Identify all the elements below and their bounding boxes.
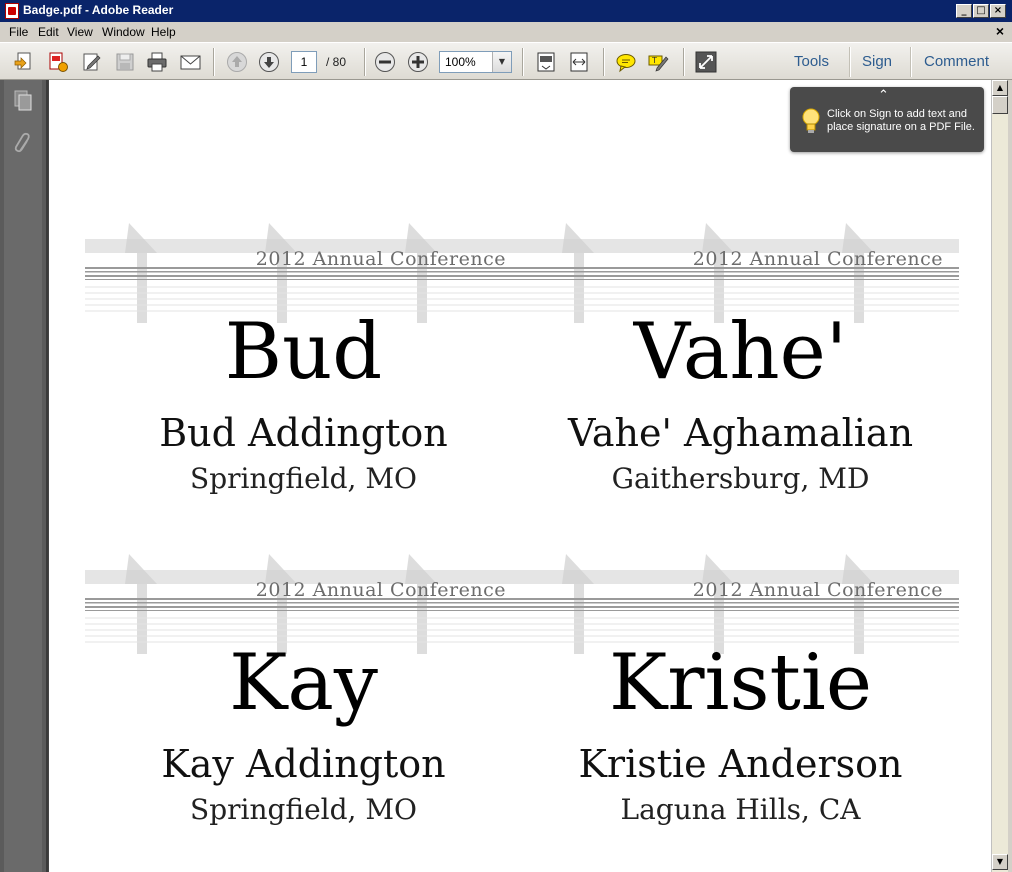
conference-title: 2012 Annual Conference <box>255 579 506 601</box>
attachments-paperclip-icon[interactable] <box>12 131 34 155</box>
menu-file[interactable]: File <box>9 25 28 39</box>
svg-text:T: T <box>651 56 657 65</box>
create-pdf-icon[interactable] <box>47 51 69 73</box>
name-badge: 2012 Annual Conference Kristie Kristie A… <box>522 554 959 854</box>
email-icon[interactable] <box>179 51 201 73</box>
toolbar-separator <box>213 48 215 76</box>
toolbar-separator <box>364 48 366 76</box>
window-border <box>1008 80 1012 872</box>
sign-hint-tooltip: ⌃ Click on Sign to add text and place si… <box>790 87 984 152</box>
comment-pane-button[interactable]: Comment <box>924 53 989 70</box>
menu-help[interactable]: Help <box>151 25 176 39</box>
menu-window[interactable]: Window <box>102 25 145 39</box>
page-number-input[interactable]: 1 <box>291 51 317 73</box>
chevron-down-icon[interactable]: ▼ <box>492 52 511 72</box>
close-button[interactable]: × <box>990 4 1006 18</box>
full-screen-icon[interactable] <box>695 51 717 73</box>
menu-bar: File Edit View Window Help × <box>0 22 1012 42</box>
close-document-button[interactable]: × <box>996 23 1004 39</box>
badge-full-name: Kay Addington <box>161 742 446 786</box>
print-icon[interactable] <box>146 51 168 73</box>
badge-full-name: Vahe' Aghamalian <box>567 411 914 455</box>
zoom-out-icon[interactable] <box>374 51 396 73</box>
conference-title: 2012 Annual Conference <box>692 248 943 270</box>
badge-first-name: Kristie <box>609 638 872 728</box>
name-badge: 2012 Annual Conference Kay Kay Addington… <box>85 554 522 854</box>
vertical-scrollbar[interactable]: ▲ ▼ <box>991 80 1008 872</box>
menu-view[interactable]: View <box>67 25 93 39</box>
scrollbar-thumb[interactable] <box>992 96 1008 114</box>
toolbar: 1 / 80 100% ▼ T Tools Sign Comment <box>0 42 1012 80</box>
previous-page-icon[interactable] <box>226 51 248 73</box>
window-title: Badge.pdf - Adobe Reader <box>23 3 174 17</box>
badge-city: Gaithersburg, MD <box>611 462 870 495</box>
toolbar-separator <box>849 47 851 77</box>
save-icon[interactable] <box>114 51 136 73</box>
page-total-label: / 80 <box>326 55 347 69</box>
scroll-down-arrow-icon[interactable]: ▼ <box>992 854 1008 870</box>
open-file-icon[interactable] <box>13 51 35 73</box>
badge-full-name: Kristie Anderson <box>578 742 903 786</box>
minimize-button[interactable]: _ <box>956 4 972 18</box>
name-badge: 2012 Annual Conference Vahe' Vahe' Agham… <box>522 223 959 523</box>
toolbar-separator <box>603 48 605 76</box>
navigation-panel <box>0 80 48 872</box>
title-bar: Badge.pdf - Adobe Reader _ □ × <box>0 0 1012 22</box>
zoom-in-icon[interactable] <box>407 51 429 73</box>
toolbar-separator <box>910 47 912 77</box>
badge-city: Laguna Hills, CA <box>620 793 861 826</box>
badge-first-name: Kay <box>229 638 378 728</box>
badge-city: Springfield, MO <box>190 793 417 826</box>
page-thumbnails-icon[interactable] <box>12 89 34 113</box>
maximize-button[interactable]: □ <box>973 4 989 18</box>
zoom-level-value: 100% <box>445 55 476 69</box>
adobe-reader-icon <box>5 3 19 19</box>
tools-pane-button[interactable]: Tools <box>794 53 829 70</box>
zoom-level-select[interactable]: 100% ▼ <box>439 51 512 73</box>
badge-city: Springfield, MO <box>190 462 417 495</box>
conference-title: 2012 Annual Conference <box>692 579 943 601</box>
fit-page-icon[interactable] <box>535 51 557 73</box>
badge-full-name: Bud Addington <box>159 411 448 455</box>
menu-edit[interactable]: Edit <box>38 25 59 39</box>
next-page-icon[interactable] <box>258 51 280 73</box>
sticky-note-icon[interactable] <box>615 51 637 73</box>
conference-title: 2012 Annual Conference <box>255 248 506 270</box>
scroll-up-arrow-icon[interactable]: ▲ <box>992 80 1008 96</box>
badge-first-name: Bud <box>224 307 383 397</box>
tooltip-text: Click on Sign to add text and place sign… <box>827 108 975 133</box>
badge-first-name: Vahe' <box>633 307 848 397</box>
toolbar-separator <box>522 48 524 76</box>
collapse-tooltip-button[interactable]: ⌃ <box>878 88 889 103</box>
fit-width-icon[interactable] <box>568 51 590 73</box>
lightbulb-icon <box>802 108 820 133</box>
highlight-text-icon[interactable]: T <box>647 51 669 73</box>
toolbar-separator <box>683 48 685 76</box>
name-badge: 2012 Annual Conference Bud Bud Addington… <box>85 223 522 523</box>
edit-document-icon[interactable] <box>81 51 103 73</box>
sign-pane-button[interactable]: Sign <box>862 53 892 70</box>
